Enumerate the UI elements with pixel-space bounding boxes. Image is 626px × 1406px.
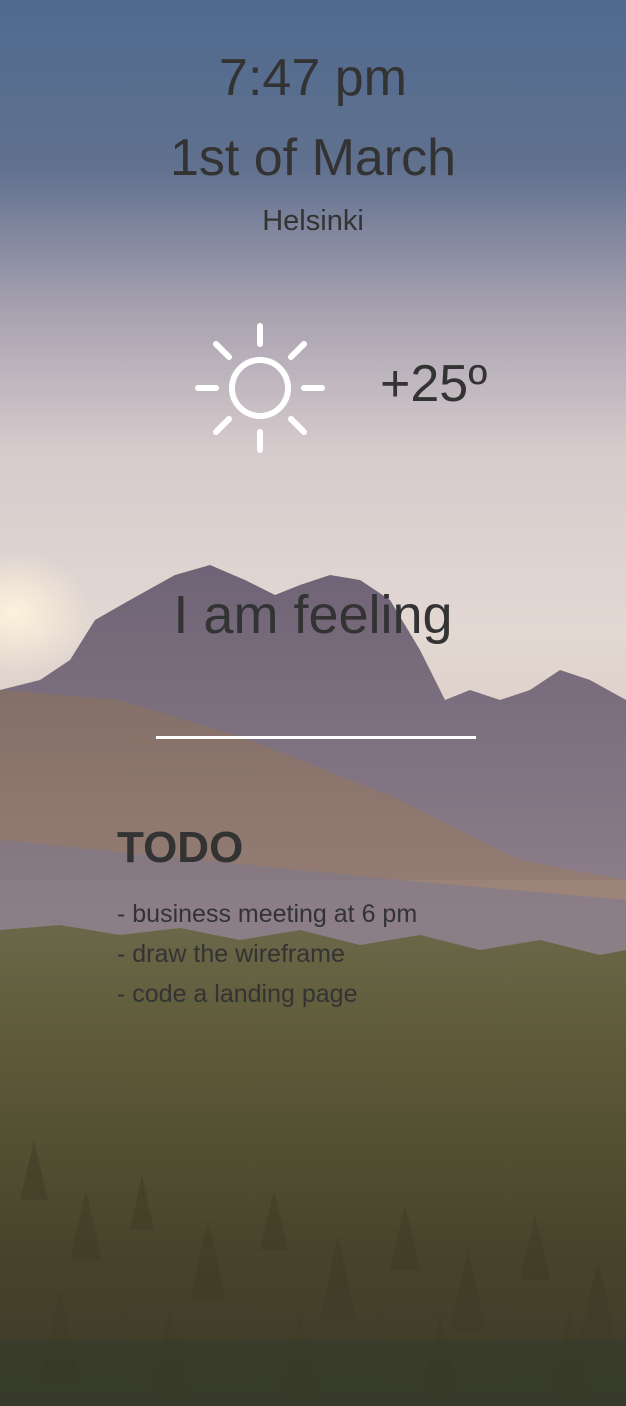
location-city: Helsinki xyxy=(262,205,364,237)
dashboard: 7:47 pm 1st of March Helsinki +25º I am … xyxy=(0,0,626,1406)
temperature-value: +25º xyxy=(380,355,488,413)
mood-input[interactable] xyxy=(156,690,476,739)
mood-label: I am feeling xyxy=(173,585,453,645)
todo-item: - draw the wireframe xyxy=(117,940,345,968)
todo-title: TODO xyxy=(117,823,244,872)
clock-date: 1st of March xyxy=(169,129,457,187)
clock-time: 7:47 pm xyxy=(219,49,407,107)
todo-list: - business meeting at 6 pm - draw the wi… xyxy=(117,894,417,1014)
todo-item: - business meeting at 6 pm xyxy=(117,900,418,928)
sun-icon xyxy=(195,323,325,453)
todo-item: - code a landing page xyxy=(117,980,358,1008)
